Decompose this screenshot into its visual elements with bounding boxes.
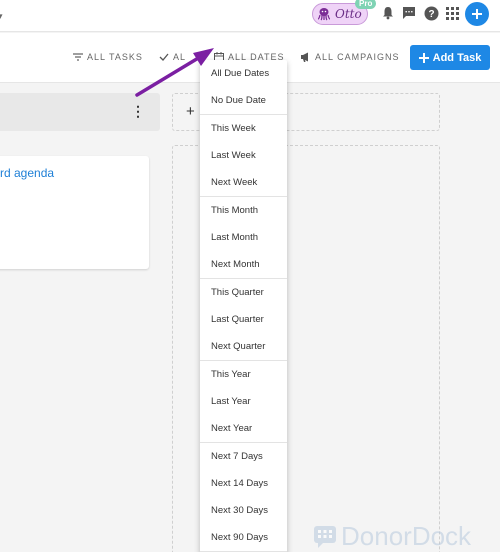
megaphone-icon: [301, 52, 308, 62]
dropdown-option[interactable]: Next 30 Days: [200, 497, 287, 524]
dropdown-option[interactable]: No Due Date: [200, 87, 287, 114]
svg-text:?: ?: [428, 9, 434, 20]
check-icon: [159, 53, 169, 61]
plus-icon[interactable]: +: [186, 103, 195, 120]
octopus-icon: [317, 8, 331, 21]
dropdown-group: This Year Last Year Next Year: [200, 361, 287, 443]
filter-all-campaigns-label: ALL CAMPAIGNS: [315, 52, 400, 62]
dropdown-option[interactable]: Last Week: [200, 142, 287, 169]
dropdown-option[interactable]: Next Quarter: [200, 333, 287, 360]
chevron-down-icon[interactable]: ▾: [0, 11, 3, 22]
watermark-text: DonorDock: [341, 521, 472, 551]
dropdown-group: This Week Last Week Next Week: [200, 115, 287, 197]
otto-label: Otto: [335, 7, 362, 21]
dropdown-option[interactable]: Last Year: [200, 388, 287, 415]
plus-icon: [472, 9, 482, 19]
dropdown-option[interactable]: Next 7 Days: [200, 443, 287, 470]
dropdown-option[interactable]: This Year: [200, 361, 287, 388]
filter-all-campaigns[interactable]: ALL CAMPAIGNS: [300, 52, 400, 62]
add-task-button[interactable]: Add Task: [410, 45, 490, 70]
dropdown-option[interactable]: All Due Dates: [200, 60, 287, 87]
dropdown-group: This Quarter Last Quarter Next Quarter: [200, 279, 287, 361]
dropdown-option[interactable]: Last Quarter: [200, 306, 287, 333]
add-task-label: Add Task: [432, 51, 482, 64]
dropdown-group: This Month Last Month Next Month: [200, 197, 287, 279]
pro-badge: Pro: [355, 0, 377, 9]
more-vert-icon[interactable]: ⋮: [131, 104, 145, 118]
dropdown-option[interactable]: This Week: [200, 115, 287, 142]
create-new-button[interactable]: [465, 2, 489, 26]
task-card-title[interactable]: rd agenda: [0, 166, 54, 180]
apps-grid-icon[interactable]: [444, 5, 460, 21]
filter-all-tasks-label: ALL TASKS: [87, 52, 143, 62]
dropdown-option[interactable]: Next Year: [200, 415, 287, 442]
dropdown-option[interactable]: This Month: [200, 197, 287, 224]
filter-lines-icon: [73, 53, 83, 61]
date-filter-dropdown: All Due Dates No Due Date This Week Last We…: [200, 60, 287, 552]
filter-status-label: AL: [173, 52, 187, 62]
dropdown-option[interactable]: Last Month: [200, 224, 287, 251]
dropdown-option[interactable]: Next 90 Days: [200, 524, 287, 551]
dropdown-option[interactable]: This Quarter: [200, 279, 287, 306]
dropdown-group: All Due Dates No Due Date: [200, 60, 287, 115]
filter-all-tasks[interactable]: ALL TASKS: [73, 52, 143, 62]
dropdown-group: Next 7 Days Next 14 Days Next 30 Days Next …: [200, 443, 287, 552]
dropdown-option[interactable]: Next Week: [200, 169, 287, 196]
help-icon[interactable]: ?: [423, 5, 439, 21]
dropdown-option[interactable]: Next Month: [200, 251, 287, 278]
filter-status[interactable]: AL: [159, 52, 186, 62]
bell-icon[interactable]: [380, 5, 396, 21]
plus-icon: [418, 52, 429, 63]
donordock-watermark: DonorDock: [313, 521, 471, 552]
chat-icon[interactable]: [401, 5, 417, 21]
top-bar: ▾ Otto Pro ?: [0, 0, 500, 32]
donordock-logo-icon: [314, 525, 336, 548]
dropdown-option[interactable]: Next 14 Days: [200, 470, 287, 497]
